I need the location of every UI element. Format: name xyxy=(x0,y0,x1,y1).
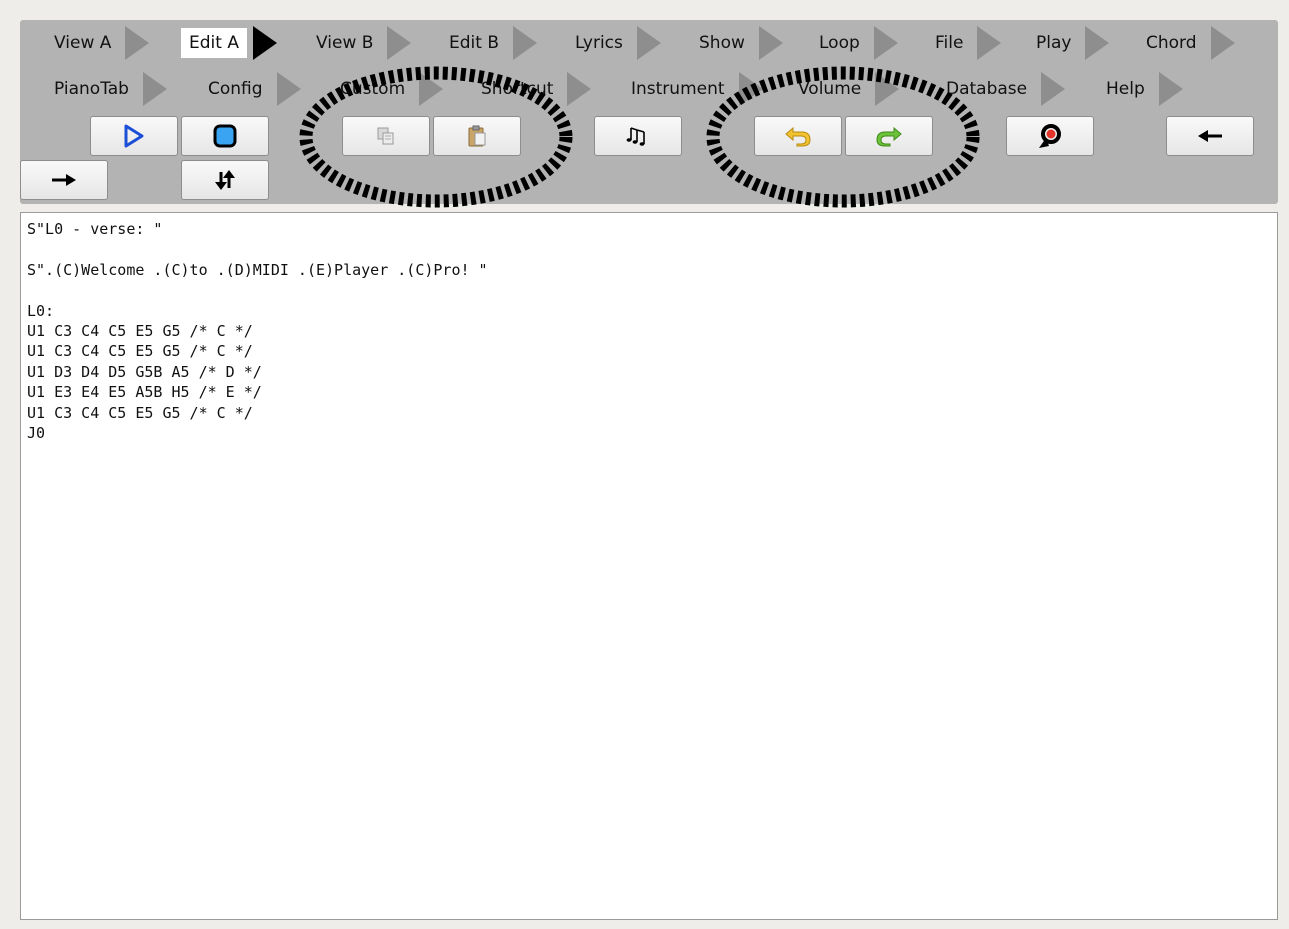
tab-label: File xyxy=(935,33,964,53)
play-button[interactable] xyxy=(90,116,178,156)
tab-label: Chord xyxy=(1146,33,1197,53)
tab-arrow-icon xyxy=(1085,26,1110,60)
tab-arrow-icon xyxy=(252,26,277,60)
tab-arrow-icon xyxy=(419,72,444,106)
tab-show[interactable]: Show xyxy=(691,26,783,60)
tab-label: Edit B xyxy=(449,33,499,53)
tab-edit-a[interactable]: Edit A xyxy=(181,26,277,60)
tab-label: Custom xyxy=(340,79,406,99)
stop-icon xyxy=(212,123,238,149)
tab-label: Loop xyxy=(819,33,860,53)
tab-help[interactable]: Help xyxy=(1098,72,1183,106)
tab-arrow-icon xyxy=(513,26,537,60)
tab-arrow-icon xyxy=(142,72,167,106)
tab-arrow-icon xyxy=(567,72,592,106)
tab-view-b[interactable]: View B xyxy=(308,26,412,60)
paste-button[interactable] xyxy=(433,116,521,156)
tab-label: Shortcut xyxy=(481,79,554,99)
tab-arrow-icon xyxy=(276,72,301,106)
tab-arrow-icon xyxy=(125,26,150,60)
tab-arrow-icon xyxy=(387,26,412,60)
copy-button[interactable] xyxy=(342,116,430,156)
redo-icon xyxy=(874,125,904,147)
tab-edit-b[interactable]: Edit B xyxy=(441,26,537,60)
arrow-right-icon xyxy=(50,172,78,188)
forward-button[interactable] xyxy=(20,160,108,200)
paste-icon xyxy=(466,124,488,148)
undo-icon xyxy=(783,125,813,147)
music-notes-icon xyxy=(625,125,651,147)
tab-loop[interactable]: Loop xyxy=(811,26,898,60)
tab-shortcut[interactable]: Shortcut xyxy=(473,72,592,106)
tab-label: Lyrics xyxy=(575,33,623,53)
tab-arrow-icon xyxy=(1041,72,1066,106)
tab-arrow-icon xyxy=(1210,26,1235,60)
tab-arrow-icon xyxy=(1158,72,1183,106)
tab-arrow-icon xyxy=(758,26,783,60)
editor-content: S"L0 - verse: " S".(C)Welcome .(C)to .(D… xyxy=(27,220,488,443)
rewind-icon xyxy=(1036,122,1064,150)
swap-button[interactable] xyxy=(181,160,269,200)
play-icon xyxy=(123,124,145,148)
swap-arrows-icon xyxy=(213,168,237,192)
tab-label: PianoTab xyxy=(54,79,129,99)
tab-label: Show xyxy=(699,33,745,53)
editor-textarea[interactable]: S"L0 - verse: " S".(C)Welcome .(C)to .(D… xyxy=(20,212,1278,920)
tab-arrow-icon xyxy=(875,72,900,106)
tab-database[interactable]: Database xyxy=(938,72,1066,106)
tab-label: Volume xyxy=(798,79,862,99)
tab-label: View B xyxy=(316,33,374,53)
tab-arrow-icon xyxy=(636,26,661,60)
notes-button[interactable] xyxy=(594,116,682,156)
tab-label: Config xyxy=(208,79,263,99)
tab-label: Play xyxy=(1036,33,1072,53)
toolbar: View A Edit A View B Edit B Lyrics Show … xyxy=(20,20,1278,204)
redo-button[interactable] xyxy=(845,116,933,156)
tab-label: Database xyxy=(946,79,1028,99)
arrow-left-icon xyxy=(1196,128,1224,144)
copy-icon xyxy=(376,126,396,146)
tab-instrument[interactable]: Instrument xyxy=(623,72,763,106)
tab-label: View A xyxy=(54,33,112,53)
tab-arrow-icon xyxy=(738,72,763,106)
tab-play[interactable]: Play xyxy=(1028,26,1110,60)
rewind-button[interactable] xyxy=(1006,116,1094,156)
tab-file[interactable]: File xyxy=(927,26,1002,60)
tab-pianotab[interactable]: PianoTab xyxy=(46,72,167,106)
tab-arrow-icon xyxy=(873,26,898,60)
tab-arrow-icon xyxy=(977,26,1002,60)
stop-button[interactable] xyxy=(181,116,269,156)
tab-volume[interactable]: Volume xyxy=(790,72,900,106)
tab-chord[interactable]: Chord xyxy=(1138,26,1235,60)
undo-button[interactable] xyxy=(754,116,842,156)
app-window: View A Edit A View B Edit B Lyrics Show … xyxy=(0,0,1289,929)
tab-lyrics[interactable]: Lyrics xyxy=(567,26,661,60)
tab-label: Instrument xyxy=(631,79,725,99)
tab-label: Edit A xyxy=(181,28,247,58)
tab-custom[interactable]: Custom xyxy=(332,72,444,106)
tab-view-a[interactable]: View A xyxy=(46,26,150,60)
tab-label: Help xyxy=(1106,79,1145,99)
tab-config[interactable]: Config xyxy=(200,72,301,106)
back-button[interactable] xyxy=(1166,116,1254,156)
